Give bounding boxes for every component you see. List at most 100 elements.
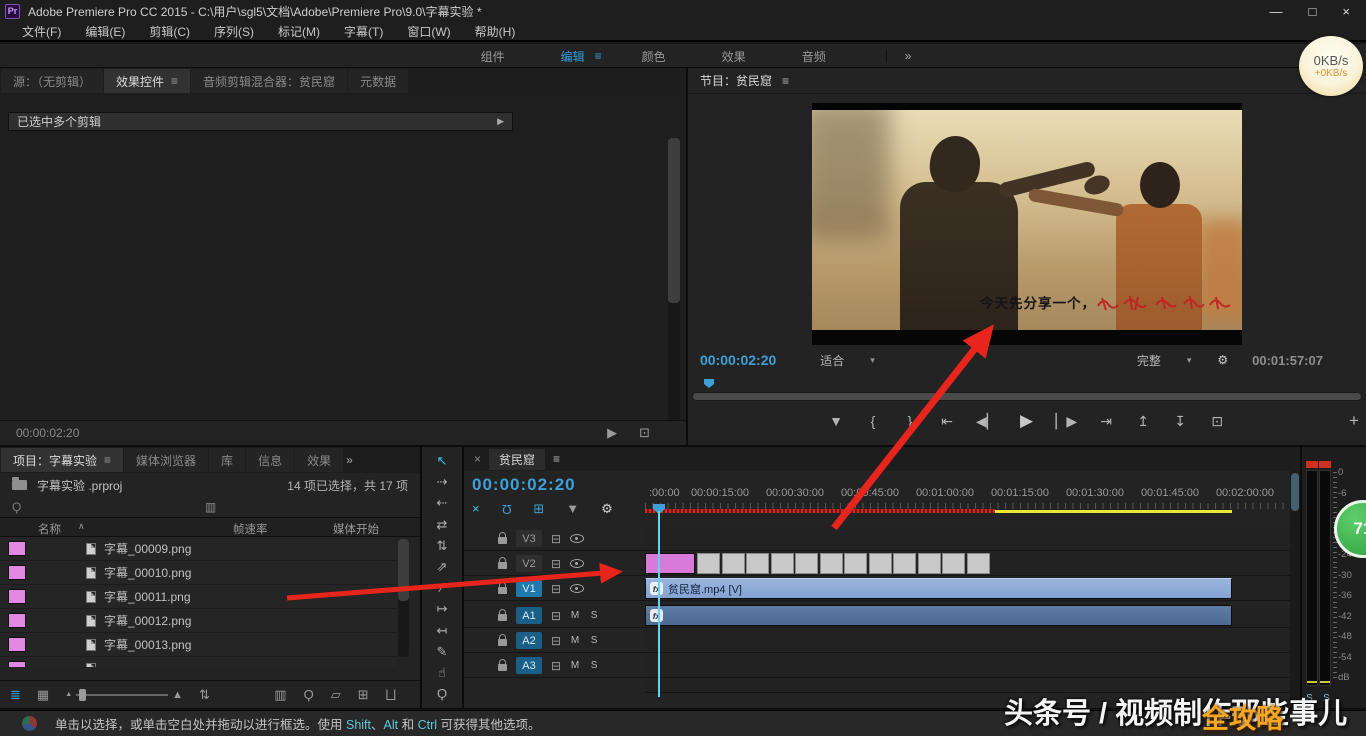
sync-lock-icon[interactable]: ⊟	[551, 634, 561, 648]
label-color-chip[interactable]	[8, 589, 26, 604]
tab-metadata[interactable]: 元数据	[348, 69, 408, 93]
zoom-tool[interactable]: Ϙ	[437, 686, 447, 703]
sort-icons-button[interactable]: ⇅	[199, 687, 210, 703]
workspace-menu-icon[interactable]: ≡	[595, 49, 602, 63]
project-item-row[interactable]: 字幕_00012.png	[0, 609, 396, 633]
project-item-row-partial[interactable]	[0, 657, 396, 667]
slider-track[interactable]	[76, 694, 168, 696]
menu-item[interactable]: 帮助(H)	[463, 23, 528, 40]
slip-tool[interactable]: ↦	[437, 601, 448, 618]
toggle-track-output-icon[interactable]	[570, 584, 584, 593]
sync-lock-icon[interactable]: ⊟	[551, 532, 561, 546]
subtitle-clip[interactable]	[746, 553, 769, 574]
project-item-row[interactable]: 字幕_00010.png	[0, 561, 396, 585]
project-item-row[interactable]: 字幕_00013.png	[0, 633, 396, 657]
project-item-row[interactable]: 字幕_00011.png	[0, 585, 396, 609]
mute-track-button[interactable]: M	[570, 635, 580, 646]
subtitle-clip[interactable]	[918, 553, 941, 574]
play-audio-icon[interactable]: ▶	[607, 425, 617, 441]
menu-item[interactable]: 窗口(W)	[395, 23, 462, 40]
subtitle-clip[interactable]	[967, 553, 990, 574]
minimize-button[interactable]: —	[1270, 4, 1283, 19]
track-lane-v3[interactable]	[645, 527, 1290, 551]
panel-overflow-icon[interactable]: »	[346, 453, 353, 467]
search-icon[interactable]: Ϙ	[12, 500, 21, 514]
list-view-button[interactable]: ≣	[10, 687, 21, 703]
close-button[interactable]: ×	[1342, 4, 1350, 19]
menu-item[interactable]: 标记(M)	[266, 23, 332, 40]
program-playhead[interactable]	[704, 379, 714, 388]
slide-tool[interactable]: ↤	[437, 623, 448, 640]
subtitle-clip[interactable]	[722, 553, 745, 574]
icon-view-button[interactable]: ▦	[37, 687, 49, 703]
automate-to-sequence-button[interactable]: ▥	[274, 687, 286, 703]
tab-effect-controls[interactable]: 效果控件≡	[104, 69, 190, 93]
timeline-settings-icon[interactable]: ⚙	[601, 501, 613, 517]
video-clip-v1[interactable]: fx 贫民窟.mp4 [V]	[645, 578, 1232, 599]
solo-track-button[interactable]: S	[589, 635, 599, 646]
mark-out-button[interactable]: }	[902, 413, 918, 429]
fit-dropdown[interactable]: 适合 ▾	[820, 352, 875, 369]
toggle-track-output-icon[interactable]	[570, 534, 584, 543]
effect-controls-scrollbar[interactable]	[668, 138, 680, 438]
go-to-in-button[interactable]: ⇤	[939, 413, 955, 430]
workspace-tab-color[interactable]: 颜色	[616, 46, 692, 67]
track-lock-icon[interactable]	[498, 587, 507, 594]
track-select-backward-tool[interactable]: ⇠	[437, 495, 448, 512]
selection-tool[interactable]: ↖	[437, 453, 448, 470]
menu-item[interactable]: 序列(S)	[202, 23, 266, 40]
multiple-clips-header[interactable]: 已选中多个剪辑 ▶	[8, 112, 513, 131]
zoom-slider[interactable]: ▲ ▲	[65, 689, 183, 701]
extract-button[interactable]: ↧	[1172, 413, 1188, 430]
track-lock-icon[interactable]	[498, 664, 507, 671]
subtitle-clip[interactable]	[771, 553, 794, 574]
subtitle-clip[interactable]	[795, 553, 818, 574]
workspace-tab-audio[interactable]: 音频	[776, 46, 852, 67]
mark-in-button[interactable]: {	[865, 413, 881, 429]
slider-knob[interactable]	[79, 689, 86, 701]
mute-track-button[interactable]: M	[570, 610, 580, 621]
tab-source-monitor[interactable]: 源：（无剪辑）	[1, 69, 103, 93]
linked-selection-icon[interactable]: ⊞	[533, 501, 544, 517]
track-lane-v2[interactable]	[645, 552, 1290, 576]
scrollbar-thumb[interactable]	[398, 539, 409, 601]
scrollbar-thumb[interactable]	[668, 138, 680, 303]
timeline-ruler[interactable]: :00:0000:00:15:0000:00:30:0000:00:45:000…	[645, 487, 1290, 503]
track-lane-a3[interactable]	[645, 654, 1290, 678]
timeline-scrollbar[interactable]	[1290, 471, 1300, 708]
close-sequence-icon[interactable]: ×	[474, 452, 481, 466]
panel-menu-icon[interactable]: ≡	[782, 74, 789, 88]
scrollbar-thumb[interactable]	[693, 393, 1361, 400]
track-lock-icon[interactable]	[498, 639, 507, 646]
track-target-v2[interactable]: V2	[516, 555, 542, 572]
subtitle-clip[interactable]	[942, 553, 965, 574]
track-lock-icon[interactable]	[498, 614, 507, 621]
menu-item[interactable]: 字幕(T)	[332, 23, 395, 40]
effect-controls-timecode[interactable]: 00:00:02:20	[16, 426, 79, 440]
audio-clip-a1[interactable]: fx	[645, 605, 1232, 626]
track-target-a2[interactable]: A2	[516, 632, 542, 649]
solo-track-button[interactable]: S	[589, 610, 599, 621]
workspace-tab-assembly[interactable]: 组件	[455, 46, 531, 67]
scrollbar-thumb[interactable]	[1291, 473, 1299, 511]
label-color-chip[interactable]	[8, 565, 26, 580]
snap-icon[interactable]: Ω	[502, 501, 512, 517]
add-marker-icon[interactable]: ▼	[566, 501, 579, 517]
sync-lock-icon[interactable]: ⊟	[551, 659, 561, 673]
subtitle-clip-group[interactable]	[697, 553, 990, 574]
clip-indicator-left[interactable]	[1306, 461, 1318, 468]
restore-button[interactable]: □	[1309, 4, 1317, 19]
clip-indicator-right[interactable]	[1319, 461, 1331, 468]
subtitle-clip[interactable]	[893, 553, 916, 574]
label-color-chip[interactable]	[8, 637, 26, 652]
insert-overwrite-nested-icon[interactable]: ×	[472, 501, 480, 517]
mute-track-button[interactable]: M	[570, 660, 580, 671]
label-color-chip[interactable]	[8, 541, 26, 556]
hand-tool[interactable]: ☝	[438, 665, 446, 682]
track-target-a3[interactable]: A3	[516, 657, 542, 674]
loop-frame-icon[interactable]: ⊡	[639, 425, 650, 441]
track-target-v1[interactable]: V1	[516, 580, 542, 597]
menu-item[interactable]: 编辑(E)	[73, 23, 137, 40]
program-timecode[interactable]: 00:00:02:20	[700, 352, 776, 368]
new-item-button[interactable]: ⊞	[358, 687, 369, 703]
